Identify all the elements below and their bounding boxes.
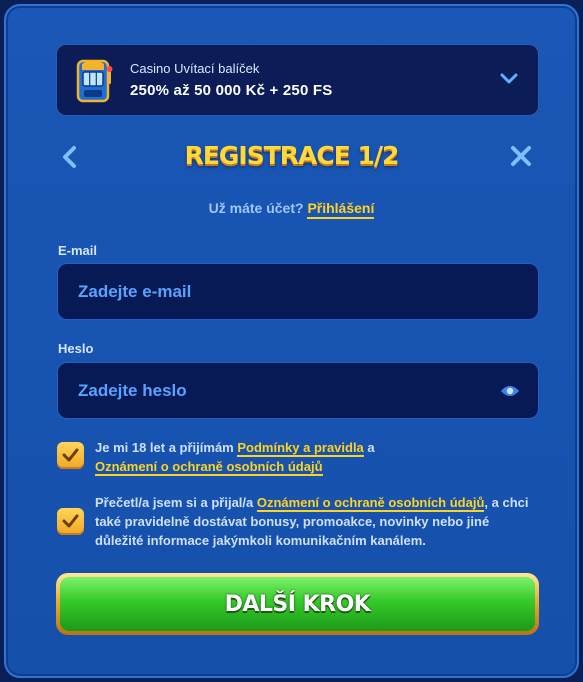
terms-link[interactable]: Podmínky a pravidla (237, 440, 364, 457)
email-field-container (57, 263, 539, 320)
next-step-button[interactable]: DALŠÍ KROK (56, 573, 539, 635)
age-terms-checkbox[interactable] (57, 442, 84, 469)
slot-machine-icon (75, 58, 113, 104)
eye-icon[interactable] (500, 384, 520, 398)
email-field[interactable] (76, 280, 520, 303)
password-label: Heslo (58, 341, 94, 356)
marketing-consent-checkbox[interactable] (57, 508, 84, 535)
next-step-button-face: DALŠÍ KROK (60, 577, 535, 631)
privacy-notice-link-2[interactable]: Oznámení o ochraně osobních údajů (256, 495, 485, 512)
promo-amount: 250% až 50 000 Kč + 250 FS (130, 82, 333, 99)
have-account-text: Už máte účet? (208, 200, 304, 216)
age-terms-consent-text: Je mi 18 let a přijímám Podmínky a pravi… (95, 438, 535, 476)
password-field-container (57, 362, 539, 419)
password-field[interactable] (76, 379, 500, 402)
privacy-notice-link[interactable]: Oznámení o ochraně osobních údajů (95, 459, 323, 476)
close-icon[interactable] (508, 143, 534, 169)
consent1-text-before: Je mi 18 let a přijímám (95, 440, 238, 455)
consent2-text-before: Přečetl/a jsem si a přijal/a (95, 495, 257, 510)
email-label: E-mail (58, 243, 98, 258)
have-account-line: Už máte účet? Přihlášení (6, 200, 577, 219)
registration-modal: Casino Uvítací balíček 250% až 50 000 Kč… (4, 4, 579, 678)
promo-title: Casino Uvítací balíček (130, 61, 260, 76)
consent1-text-between: a (363, 440, 375, 455)
page-title: REGISTRACE 1/2 (184, 141, 400, 170)
next-step-label: DALŠÍ KROK (224, 591, 371, 617)
marketing-consent-text: Přečetl/a jsem si a přijal/a Oznámení o … (95, 493, 535, 550)
login-link[interactable]: Přihlášení (307, 200, 375, 219)
welcome-bonus-selector[interactable]: Casino Uvítací balíček 250% až 50 000 Kč… (56, 44, 539, 116)
chevron-down-icon[interactable] (500, 72, 518, 86)
